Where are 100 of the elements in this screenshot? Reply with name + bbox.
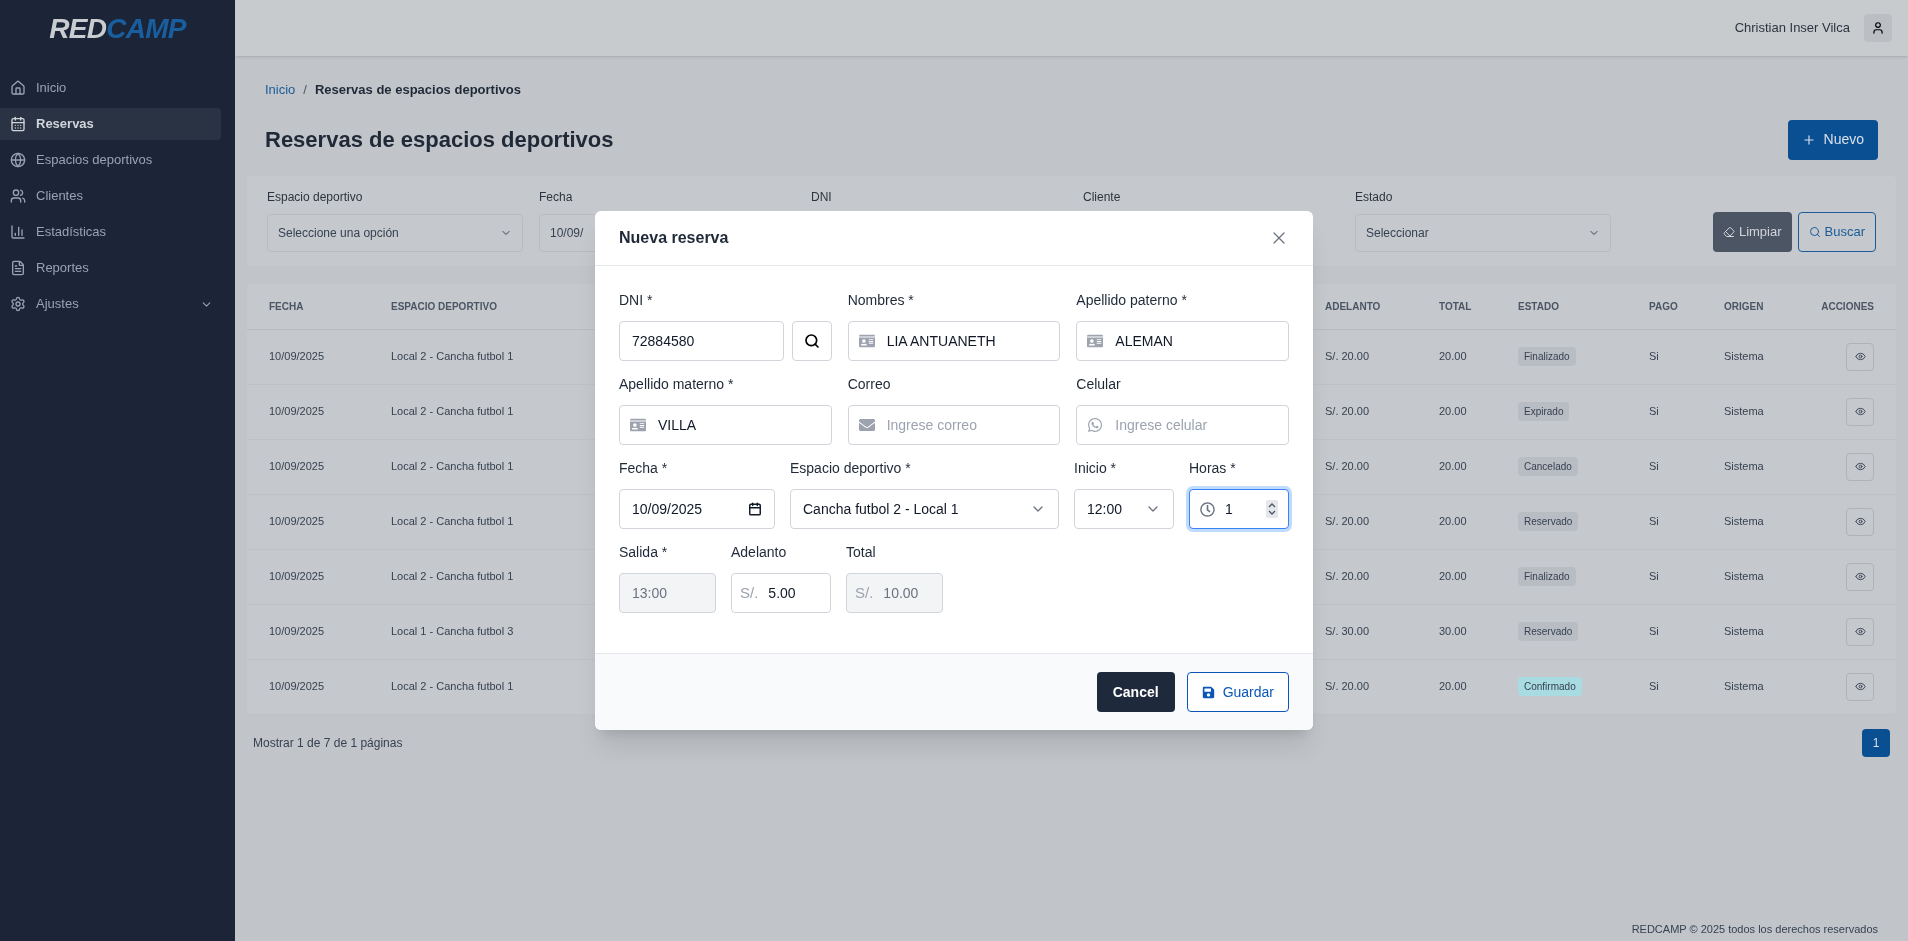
sidebar-item[interactable]: Espacios deportivos — [0, 144, 221, 176]
id-card-icon — [1087, 333, 1104, 349]
column-header: FECHA — [269, 299, 304, 314]
table-cell-text: Si — [1649, 404, 1659, 420]
status-badge: Confirmado — [1518, 677, 1582, 696]
sidebar-item[interactable]: Ajustes — [0, 288, 221, 320]
field-label: Inicio * — [1074, 459, 1118, 478]
text-field[interactable]: LIA ANTUANETH — [847, 321, 1061, 361]
sidebar-item[interactable]: Clientes — [0, 180, 221, 212]
modal-title: Nueva reserva — [619, 228, 729, 248]
field-label: Espacio deportivo * — [790, 459, 912, 478]
eraser-icon — [1722, 225, 1735, 238]
plus-icon — [1801, 132, 1816, 147]
filter-select[interactable]: Seleccionar — [1355, 213, 1611, 252]
filter-label: Espacio deportivo — [267, 188, 364, 206]
hours-field[interactable]: 1 — [1189, 489, 1289, 529]
calendar-icon — [748, 502, 762, 516]
table-cell-text: Si — [1649, 459, 1659, 475]
column-header: TOTAL — [1439, 299, 1472, 314]
table-cell-text: Sistema — [1724, 679, 1764, 695]
view-button[interactable] — [1846, 507, 1874, 536]
save-button[interactable]: Guardar — [1186, 672, 1289, 712]
table-cell-text: S/. 20.00 — [1325, 679, 1370, 695]
text-field[interactable]: ALEMAN — [1076, 321, 1289, 361]
view-button[interactable] — [1846, 452, 1874, 481]
column-header: ESTADO — [1518, 299, 1559, 314]
status-badge: Expirado — [1518, 402, 1570, 421]
table-cell-text: 30.00 — [1439, 624, 1467, 640]
column-header: ORIGEN — [1724, 299, 1764, 314]
page-button[interactable]: 1 — [1862, 728, 1890, 757]
field-label: Nombres * — [847, 291, 915, 310]
sidebar-item[interactable]: Reservas — [0, 108, 221, 140]
new-button[interactable]: Nuevo — [1787, 119, 1878, 160]
text-field[interactable]: VILLA — [619, 405, 832, 445]
table-cell-text: 10/09/2025 — [269, 569, 325, 585]
nav-icon — [10, 188, 26, 204]
table-cell-text: Local 2 - Cancha futbol 1 — [391, 514, 514, 530]
table-cell-text: 20.00 — [1439, 679, 1467, 695]
table-cell-text: Sistema — [1724, 349, 1764, 365]
table-cell-text: Local 2 - Cancha futbol 1 — [391, 679, 514, 695]
eye-icon — [1854, 461, 1866, 472]
view-button[interactable] — [1846, 672, 1874, 701]
filter-label: Estado — [1355, 188, 1394, 206]
nav-icon — [10, 80, 26, 96]
field-label: DNI * — [619, 291, 654, 310]
column-header: ACCIONES — [1821, 299, 1874, 314]
table-cell-text: S/. 20.00 — [1325, 569, 1370, 585]
date-field[interactable]: 10/09/2025 — [619, 489, 775, 529]
status-badge: Reservado — [1518, 622, 1579, 641]
nav-icon — [10, 116, 26, 132]
pagination-summary: Mostrar 1 de 7 de 1 páginas — [253, 734, 403, 752]
search-icon — [1808, 225, 1821, 238]
clear-button[interactable]: Limpiar — [1712, 211, 1792, 252]
view-button[interactable] — [1846, 397, 1874, 426]
page-title: Reservas de espacios deportivos — [265, 126, 614, 154]
cancel-button[interactable]: Cancel — [1096, 672, 1175, 712]
select-field[interactable]: Cancha futbol 2 - Local 1 — [790, 489, 1059, 529]
search-button[interactable] — [791, 321, 832, 361]
table-cell-text: 10/09/2025 — [269, 624, 325, 640]
table-cell-text: Local 2 - Cancha futbol 1 — [391, 569, 514, 585]
table-cell-text: S/. 20.00 — [1325, 349, 1370, 365]
sidebar-item[interactable]: Estadísticas — [0, 216, 221, 248]
sidebar-item[interactable]: Inicio — [0, 72, 221, 104]
dni-field[interactable]: 72884580 — [619, 321, 784, 361]
filter-select[interactable]: Seleccione una opción — [267, 213, 523, 252]
view-button[interactable] — [1846, 562, 1874, 591]
select-field[interactable]: 12:00 — [1074, 489, 1174, 529]
user-button[interactable] — [1864, 14, 1892, 42]
eye-icon — [1854, 516, 1866, 527]
search-icon — [803, 333, 820, 349]
eye-icon — [1854, 351, 1866, 362]
breadcrumb-link[interactable]: Inicio — [265, 80, 296, 100]
table-cell-text: Local 2 - Cancha futbol 1 — [391, 459, 514, 475]
eye-icon — [1854, 406, 1866, 417]
view-button[interactable] — [1846, 617, 1874, 646]
save-icon — [1201, 685, 1215, 699]
field-label: Apellido paterno * — [1076, 291, 1188, 310]
table-cell-text: Si — [1649, 569, 1659, 585]
filter-label: Fecha — [539, 188, 574, 206]
view-button[interactable] — [1846, 342, 1874, 371]
nav-icon — [10, 296, 26, 312]
filter-label: DNI — [811, 188, 833, 206]
search-button[interactable]: Buscar — [1797, 211, 1876, 252]
nav-icon — [10, 260, 26, 276]
table-cell-text: S/. 20.00 — [1325, 404, 1370, 420]
breadcrumb-separator: / — [303, 81, 307, 99]
table-cell-text: Si — [1649, 679, 1659, 695]
user-name: Christian Inser Vilca — [1734, 19, 1850, 38]
eye-icon — [1854, 626, 1866, 637]
field-label: Horas * — [1189, 459, 1237, 478]
field-label: Fecha * — [619, 459, 669, 478]
clock-icon — [1200, 501, 1215, 517]
table-cell-text: 10/09/2025 — [269, 459, 325, 475]
whatsapp-icon — [1087, 417, 1104, 433]
amount-field[interactable]: S/. 5.00 — [731, 573, 831, 613]
field-label: Adelanto — [731, 543, 788, 562]
table-cell-text: Sistema — [1724, 624, 1764, 640]
breadcrumb-current: Reservas de espacios deportivos — [315, 81, 521, 99]
user-icon — [1871, 21, 1885, 35]
sidebar-item[interactable]: Reportes — [0, 252, 221, 284]
